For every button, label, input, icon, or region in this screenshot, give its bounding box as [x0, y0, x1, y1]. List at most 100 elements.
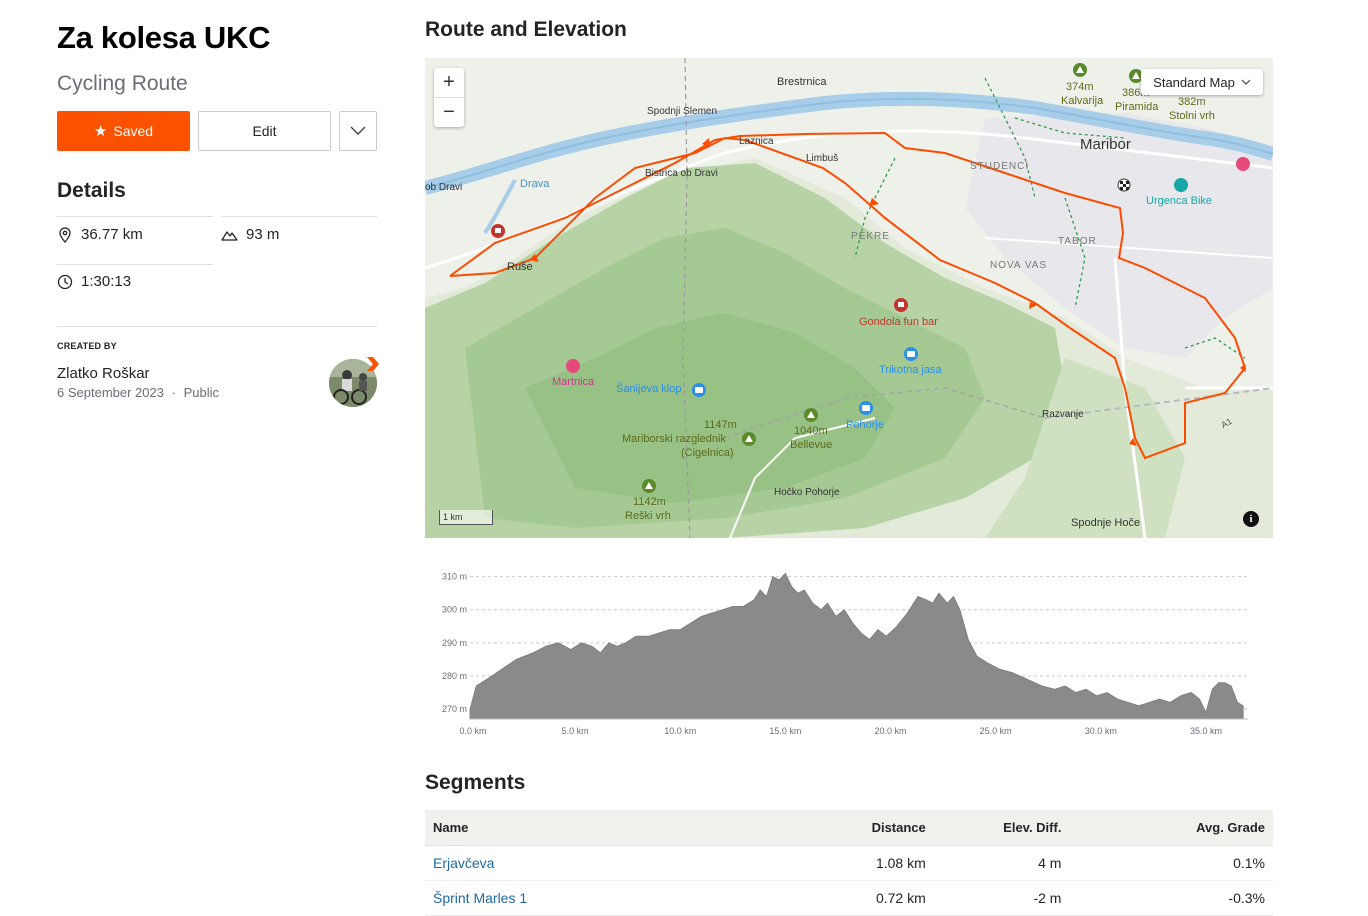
map-label: Kalvarija — [1061, 95, 1104, 107]
divider — [221, 216, 377, 217]
elevation-area — [469, 572, 1244, 720]
divider — [57, 326, 377, 327]
map-label: Trikotna jasa — [879, 364, 942, 376]
y-tick-label: 300 m — [442, 605, 467, 615]
map-label: Martnica — [552, 376, 595, 388]
map-label: Mariborski razglednik — [622, 433, 726, 445]
col-name[interactable]: Name — [425, 810, 765, 846]
map-label: Ruše — [507, 261, 533, 273]
x-tick-label: 35.0 km — [1190, 726, 1222, 736]
map-label: Pohorje — [846, 419, 884, 431]
map-label: (Cigelnica) — [681, 447, 734, 459]
creator-name[interactable]: Zlatko Roškar — [57, 365, 150, 382]
created-date: 6 September 2023 — [57, 385, 164, 400]
segment-elev: 4 m — [933, 845, 1070, 881]
table-row: Erjavčeva 1.08 km 4 m 0.1% — [425, 845, 1273, 881]
x-tick-label: 10.0 km — [664, 726, 696, 736]
strava-badge-icon — [367, 357, 379, 371]
segments-heading: Segments — [425, 771, 526, 794]
chevron-down-icon — [1241, 79, 1251, 85]
map-label: PEKRE — [851, 231, 890, 242]
y-tick-label: 290 m — [442, 638, 467, 648]
route-map[interactable]: Brestrnica Spodnji Slemen Laznica Limbuš… — [425, 58, 1273, 538]
map-label: 1147m — [704, 419, 737, 431]
zoom-controls: + − — [434, 68, 464, 127]
info-icon[interactable]: i — [1243, 511, 1259, 527]
map-style-label: Standard Map — [1153, 74, 1235, 90]
map-heading: Route and Elevation — [425, 18, 627, 41]
x-tick-label: 30.0 km — [1085, 726, 1117, 736]
time-value: 1:30:13 — [81, 273, 132, 290]
table-row: Šprint Marles 1 0.72 km -2 m -0.3% — [425, 880, 1273, 916]
segment-link[interactable]: Erjavčeva — [433, 855, 494, 871]
map-label: TABOR — [1058, 236, 1097, 247]
route-title: Za kolesa UKC — [57, 20, 271, 55]
segment-elev: -2 m — [933, 880, 1070, 916]
segment-grade: -0.3% — [1069, 880, 1273, 916]
map-label: Bistrica ob Dravi — [645, 168, 718, 179]
segment-distance: 1.08 km — [764, 845, 934, 881]
divider — [57, 216, 213, 217]
x-tick-label: 0.0 km — [459, 726, 486, 736]
created-by-label: CREATED BY — [57, 341, 117, 351]
x-tick-label: 5.0 km — [562, 726, 589, 736]
location-pin-icon — [59, 226, 71, 243]
map-label: Hočko Pohorje — [774, 487, 840, 498]
x-tick-label: 20.0 km — [875, 726, 907, 736]
map-label: Limbuš — [806, 153, 839, 164]
time-stat: 1:30:13 — [57, 273, 131, 290]
mountain-icon — [221, 230, 238, 241]
elevation-stat: 93 m — [221, 226, 279, 243]
map-label: Reški vrh — [625, 510, 671, 522]
visibility: Public — [183, 385, 219, 400]
details-heading: Details — [57, 179, 126, 202]
map-label: 374m — [1066, 81, 1094, 93]
map-label: Brestrnica — [777, 76, 827, 88]
map-label: STUDENCI — [970, 161, 1030, 172]
map-label: Bellevue — [790, 439, 833, 451]
y-tick-label: 310 m — [442, 572, 467, 582]
col-elev-diff[interactable]: Elev. Diff. — [933, 810, 1070, 846]
map-label: Piramida — [1115, 101, 1159, 113]
divider — [57, 264, 213, 265]
segment-distance: 0.72 km — [764, 880, 934, 916]
y-tick-label: 280 m — [442, 671, 467, 681]
map-label: Spodnji Slemen — [647, 106, 718, 117]
map-label: Maribor — [1080, 136, 1131, 153]
map-label: Razvanje — [1042, 409, 1084, 420]
more-options-button[interactable] — [339, 111, 377, 151]
col-avg-grade[interactable]: Avg. Grade — [1069, 810, 1273, 846]
route-type: Cycling Route — [57, 72, 188, 95]
map-label: NOVA VAS — [990, 260, 1048, 271]
elevation-value: 93 m — [246, 226, 280, 243]
elevation-chart[interactable]: 310 m 300 m 290 m 280 m 270 m 0.0 km 5.0 km 10.… — [425, 560, 1273, 745]
map-label: 382m — [1178, 96, 1206, 108]
map-canvas — [425, 58, 1273, 538]
map-label: Urgenca Bike — [1146, 195, 1213, 207]
segment-link[interactable]: Šprint Marles 1 — [433, 890, 527, 906]
map-label: Stolni vrh — [1169, 110, 1215, 122]
zoom-in-button[interactable]: + — [434, 68, 464, 97]
map-label: Gondola fun bar — [859, 316, 938, 328]
zoom-out-button[interactable]: − — [434, 98, 464, 127]
map-label: Šanijeva klop — [616, 383, 682, 395]
y-tick-label: 270 m — [442, 704, 467, 714]
map-scale: 1 km — [439, 510, 493, 525]
chevron-down-icon — [350, 126, 366, 135]
x-tick-label: 25.0 km — [980, 726, 1012, 736]
map-label: Laznica — [739, 136, 774, 147]
map-style-select[interactable]: Standard Map — [1141, 69, 1263, 95]
saved-label: Saved — [113, 123, 154, 139]
map-label: Drava — [520, 178, 550, 190]
distance-stat: 36.77 km — [57, 226, 143, 243]
x-tick-label: 15.0 km — [769, 726, 801, 736]
edit-button[interactable]: Edit — [198, 111, 331, 151]
map-label: 1142m — [633, 496, 666, 508]
col-distance[interactable]: Distance — [764, 810, 934, 846]
map-label: Spodnje Hoče — [1071, 517, 1141, 529]
saved-button[interactable]: ★ Saved — [57, 111, 190, 151]
creator-meta: 6 September 2023 · Public — [57, 385, 219, 400]
map-label: ob Dravi — [425, 182, 463, 193]
segment-grade: 0.1% — [1069, 845, 1273, 881]
segments-table: Name Distance Elev. Diff. Avg. Grade Erj… — [425, 810, 1273, 916]
